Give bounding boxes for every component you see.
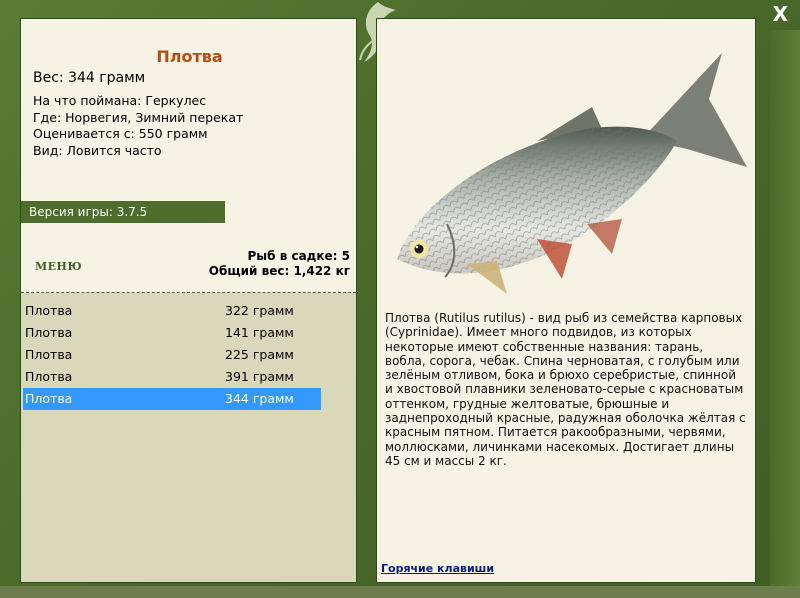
catch-name: Плотва — [25, 303, 73, 318]
catch-row[interactable]: Плотва 391 грамм — [23, 366, 321, 388]
fish-description: Плотва (Rutilus rutilus) - вид рыб из се… — [385, 311, 746, 468]
catch-list: Плотва 322 грамм Плотва 141 грамм Плотва… — [23, 300, 321, 410]
hotkeys-link[interactable]: Горячие клавиши — [381, 562, 494, 575]
fish-info-list: На что поймана: Геркулес Где: Норвегия, … — [33, 93, 243, 159]
fish-valued-from: Оценивается с: 550 грамм — [33, 126, 208, 141]
catch-weight: 225 грамм — [225, 347, 294, 362]
catch-name: Плотва — [25, 325, 73, 340]
catch-weight: 141 грамм — [225, 325, 294, 340]
close-button[interactable]: X — [773, 2, 788, 26]
catch-weight: 391 грамм — [225, 369, 294, 384]
catch-name: Плотва — [25, 369, 73, 384]
keepnet-stats: Рыб в садке: 5 Общий вес: 1,422 кг — [209, 249, 350, 279]
divider — [21, 292, 356, 293]
game-version-bar: Версия игры: 3.7.5 — [21, 201, 225, 223]
fish-location: Где: Норвегия, Зимний перекат — [33, 109, 244, 125]
catch-row[interactable]: Плотва 141 грамм — [23, 322, 321, 344]
fish-detail-panel: Плотва (Rutilus rutilus) - вид рыб из се… — [376, 18, 756, 583]
catch-name: Плотва — [25, 391, 73, 406]
catch-name: Плотва — [25, 347, 73, 362]
fish-info-panel: Плотва Вес: 344 грамм На что поймана: Ге… — [20, 18, 357, 583]
fish-frequency: Вид: Ловится часто — [33, 142, 162, 158]
fish-bait: На что поймана: Геркулес — [33, 93, 207, 108]
fish-illustration-icon — [397, 53, 747, 294]
fish-title: Плотва — [156, 47, 223, 66]
keepnet-total-weight: Общий вес: 1,422 кг — [208, 264, 350, 278]
fish-weight: Вес: 344 грамм — [33, 70, 146, 86]
catch-weight: 322 грамм — [225, 303, 294, 318]
catch-weight: 344 грамм — [225, 391, 294, 406]
catch-row[interactable]: Плотва 225 грамм — [23, 344, 321, 366]
background-game-strip — [0, 586, 800, 598]
keepnet-count: Рыб в садке: 5 — [247, 249, 351, 263]
catch-row[interactable]: Плотва 322 грамм — [23, 300, 321, 322]
menu-button[interactable]: МЕНЮ — [35, 260, 82, 273]
catch-row-selected[interactable]: Плотва 344 грамм — [23, 388, 321, 410]
frame-right-edge — [770, 30, 800, 586]
